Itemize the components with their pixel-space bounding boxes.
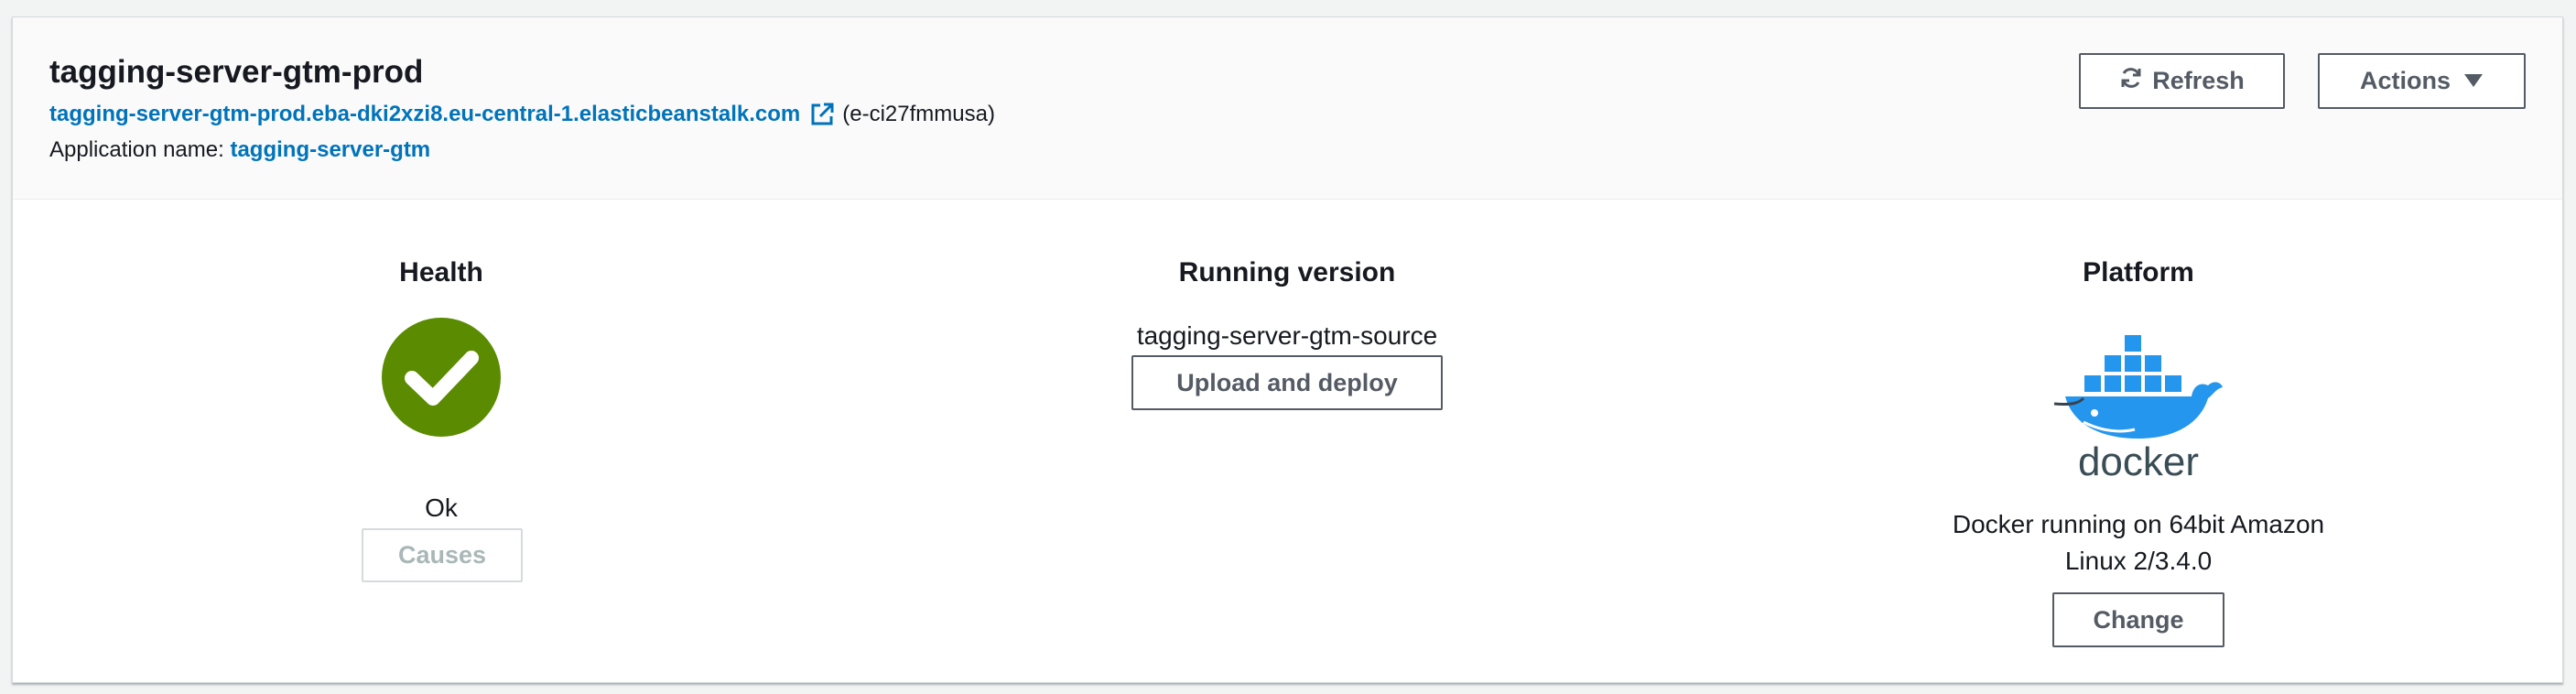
application-name-label: Application name: bbox=[49, 137, 224, 162]
change-platform-button[interactable]: Change bbox=[2052, 592, 2224, 647]
running-version-title: Running version bbox=[1178, 257, 1396, 287]
application-name-link[interactable]: tagging-server-gtm bbox=[230, 137, 430, 162]
environment-url-link[interactable]: tagging-server-gtm-prod.eba-dki2xzi8.eu-… bbox=[49, 102, 800, 127]
docker-logo-text: docker bbox=[2078, 439, 2199, 484]
running-version-name: tagging-server-gtm-source bbox=[1136, 321, 1438, 350]
platform-description: Docker running on 64bit Amazon Linux 2/3… bbox=[1952, 510, 2325, 575]
environment-name: tagging-server-gtm-prod bbox=[49, 54, 424, 90]
platform-title: Platform bbox=[2083, 257, 2194, 287]
actions-dropdown-button[interactable]: Actions bbox=[2318, 53, 2526, 109]
refresh-label: Refresh bbox=[2152, 67, 2245, 94]
health-title: Health bbox=[399, 257, 483, 287]
environment-url-line: tagging-server-gtm-prod.eba-dki2xzi8.eu-… bbox=[49, 102, 995, 127]
environment-header: tagging-server-gtm-prod tagging-server-g… bbox=[13, 17, 2562, 200]
environment-overview-panel: tagging-server-gtm-prod tagging-server-g… bbox=[12, 16, 2563, 683]
refresh-icon bbox=[2119, 66, 2143, 96]
external-link-icon[interactable] bbox=[809, 102, 835, 127]
check-circle-icon bbox=[382, 318, 501, 437]
environment-id: (e-ci27fmmusa) bbox=[842, 102, 995, 126]
refresh-button[interactable]: Refresh bbox=[2079, 53, 2285, 109]
upload-and-deploy-button[interactable]: Upload and deploy bbox=[1131, 355, 1443, 410]
health-status-text: Ok bbox=[425, 493, 458, 522]
actions-label: Actions bbox=[2359, 67, 2451, 94]
docker-logo: docker bbox=[2047, 321, 2230, 486]
causes-button[interactable]: Causes bbox=[362, 528, 523, 582]
application-name-line: Application name: tagging-server-gtm bbox=[49, 137, 430, 163]
caret-down-icon bbox=[2463, 67, 2484, 95]
